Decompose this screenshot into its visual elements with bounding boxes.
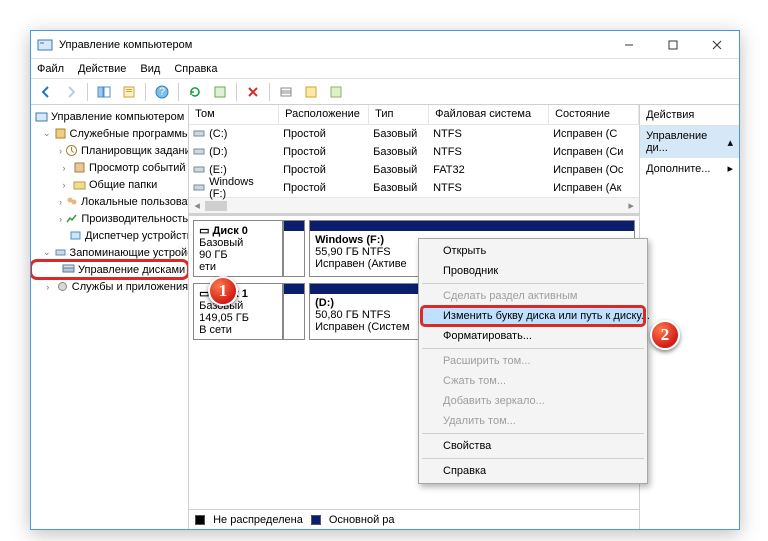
expand-icon[interactable]: › [59,180,69,190]
col-layout[interactable]: Расположение [279,105,369,124]
titlebar: Управление компьютером [31,31,739,59]
show-hide-button[interactable] [93,81,115,103]
ctx-extend: Расширить том... [421,351,645,371]
volume-list: Том Расположение Тип Файловая система Со… [189,105,639,216]
volume-row[interactable]: (C:)ПростойБазовыйNTFSИсправен (С [189,125,639,143]
menu-view[interactable]: Вид [140,63,160,75]
actions-diskmgmt[interactable]: Управление ди...▴ [640,126,739,158]
chevron-up-icon: ▴ [727,136,733,149]
col-type[interactable]: Тип [369,105,429,124]
ctx-help[interactable]: Справка [421,461,645,481]
tree-events[interactable]: ›Просмотр событий [31,159,188,176]
actions-panel: Действия Управление ди...▴ Дополните...▸ [639,105,739,529]
maximize-button[interactable] [651,31,695,58]
scroll-left-icon[interactable]: ◂ [191,200,203,212]
col-state[interactable]: Состояние [549,105,639,124]
ctx-change-letter[interactable]: Изменить букву диска или путь к диску... [421,306,645,326]
legend-swatch-primary [311,515,321,525]
legend: Не распределена Основной ра [189,509,639,529]
separator [422,433,644,434]
separator [145,83,146,101]
actions-more[interactable]: Дополните...▸ [640,158,739,179]
col-fs[interactable]: Файловая система [429,105,549,124]
menu-file[interactable]: Файл [37,63,64,75]
tree-system-tools[interactable]: ⌄Служебные программы [31,125,188,142]
chevron-right-icon: ▸ [727,162,733,175]
drive-icon [189,163,203,178]
volume-header: Том Расположение Тип Файловая система Со… [189,105,639,125]
volume-row[interactable]: (D:)ПростойБазовыйNTFSИсправен (Си [189,143,639,161]
toolbar: ? [31,79,739,105]
expand-icon[interactable]: ⌄ [43,247,51,258]
ctx-explorer[interactable]: Проводник [421,261,645,281]
actions-title: Действия [640,105,739,126]
tree-root[interactable]: Управление компьютером (л [31,108,188,125]
volume-row[interactable]: Windows (F:)ПростойБазовыйNTFSИсправен (… [189,179,639,197]
col-volume[interactable]: Том [189,105,279,124]
ctx-shrink: Сжать том... [421,371,645,391]
drive-icon [189,145,203,160]
ctx-properties[interactable]: Свойства [421,436,645,456]
tree-shared[interactable]: ›Общие папки [31,176,188,193]
separator [178,83,179,101]
separator [236,83,237,101]
ctx-make-active: Сделать раздел активным [421,286,645,306]
action2-button[interactable] [325,81,347,103]
ctx-mirror: Добавить зеркало... [421,391,645,411]
tree-devmgr[interactable]: Диспетчер устройств [31,227,188,244]
expand-icon[interactable]: › [59,146,62,156]
window-controls [607,31,739,58]
ctx-format[interactable]: Форматировать... [421,326,645,346]
menu-help[interactable]: Справка [174,63,217,75]
separator [269,83,270,101]
expand-icon[interactable]: ⌄ [43,128,51,139]
tree-users[interactable]: ›Локальные пользовател [31,193,188,210]
close-button[interactable] [695,31,739,58]
minimize-button[interactable] [607,31,651,58]
scroll-thumb[interactable] [205,201,227,211]
tree-storage[interactable]: ⌄Запоминающие устройст [31,244,188,261]
list-button[interactable] [275,81,297,103]
expand-icon[interactable]: › [59,197,62,207]
scroll-right-icon[interactable]: ▸ [625,200,637,212]
app-icon [37,37,53,53]
back-button[interactable] [35,81,57,103]
annotation-badge-2: 2 [650,320,680,350]
separator [422,283,644,284]
refresh-button[interactable] [184,81,206,103]
ctx-open[interactable]: Открыть [421,241,645,261]
disk-info[interactable]: ▭Диск 1 Базовый 149,05 ГБ В сети [193,283,283,340]
expand-icon[interactable]: › [59,214,62,224]
window-title: Управление компьютером [59,39,607,51]
menubar: Файл Действие Вид Справка [31,59,739,79]
partition-block[interactable] [283,220,305,277]
separator [422,348,644,349]
partition-block[interactable] [283,283,305,340]
drive-icon [189,181,203,196]
annotation-badge-1: 1 [208,276,238,306]
svg-text:?: ? [159,86,165,98]
tree-scheduler[interactable]: ›Планировщик заданий [31,142,188,159]
action-button[interactable] [300,81,322,103]
drive-icon [189,127,203,142]
legend-swatch-unallocated [195,515,205,525]
delete-button[interactable] [242,81,264,103]
menu-action[interactable]: Действие [78,63,126,75]
tree-perf[interactable]: ›Производительность [31,210,188,227]
expand-icon[interactable]: › [43,282,52,292]
tree-panel: Управление компьютером (л ⌄Служебные про… [31,105,189,529]
tree-services[interactable]: ›Службы и приложения [31,278,188,295]
expand-icon[interactable]: › [59,163,69,173]
settings-button[interactable] [209,81,231,103]
disk-icon: ▭ [199,224,209,237]
forward-button[interactable] [60,81,82,103]
tree-disk-management[interactable]: Управление дисками [31,261,188,278]
context-menu: Открыть Проводник Сделать раздел активны… [418,238,648,484]
disk-info[interactable]: ▭Диск 0 Базовый 90 ГБ ети [193,220,283,277]
ctx-delete: Удалить том... [421,411,645,431]
separator [87,83,88,101]
help-button[interactable]: ? [151,81,173,103]
properties-button[interactable] [118,81,140,103]
separator [422,458,644,459]
